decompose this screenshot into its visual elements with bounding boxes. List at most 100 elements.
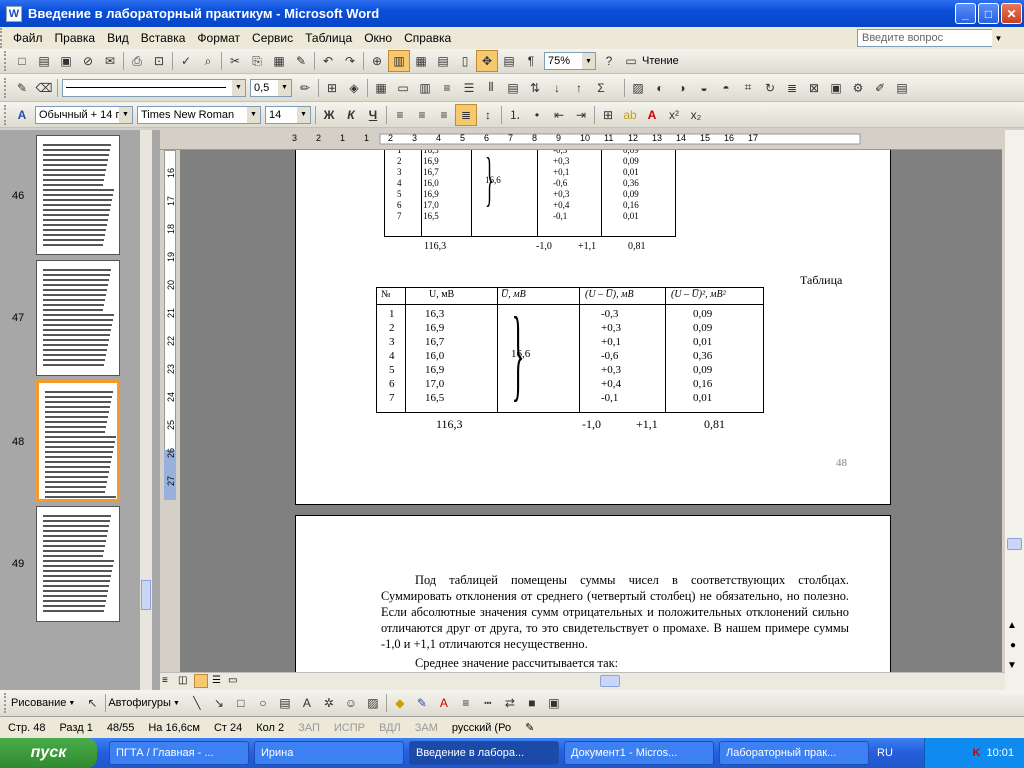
insert-picture-icon[interactable]: ▨	[362, 692, 384, 714]
dash-style-icon[interactable]: ┅	[477, 692, 499, 714]
justify-icon[interactable]: ≣	[455, 103, 477, 126]
hyperlink-icon[interactable]: ⊕	[366, 50, 388, 72]
border-color-icon[interactable]: ✏	[294, 77, 316, 99]
previous-table[interactable]: 1 16,3 -0,3 0,09 2 16,9 +0,3 0,09 3 16,7 +0,1 0,01 4…	[384, 150, 676, 237]
task-document1[interactable]: Документ1 - Micros...	[564, 741, 714, 765]
close-button[interactable]: ✕	[1001, 3, 1022, 24]
brightness-icon[interactable]: ◒	[693, 77, 715, 99]
maximize-button[interactable]: □	[978, 3, 999, 24]
reset-picture-icon[interactable]: ▤	[891, 77, 913, 99]
sort-desc-icon[interactable]: ↑	[568, 77, 590, 99]
thumbnail-pane[interactable]: 46 47 48 49	[0, 130, 160, 690]
wrap-icon[interactable]: ▣	[825, 77, 847, 99]
diagram-icon[interactable]: ✲	[318, 692, 340, 714]
zoom-select[interactable]: 75% ▼	[544, 52, 596, 70]
crop-icon[interactable]: ⌗	[737, 77, 759, 99]
status-overtype[interactable]: ЗАМ	[415, 722, 438, 734]
oval-icon[interactable]: ○	[252, 692, 274, 714]
permission-icon[interactable]: ⊘	[77, 50, 99, 72]
vertical-ruler[interactable]: 16 17 18 19 20 21 22 23 24 25 26 27	[160, 150, 180, 690]
page-49[interactable]: Под таблицей помещены суммы чисел в соот…	[295, 515, 891, 690]
menu-table[interactable]: Таблица	[299, 31, 358, 45]
bold-button[interactable]: Ж	[318, 104, 340, 126]
border-icon[interactable]: ⊞	[597, 104, 619, 126]
horizontal-scrollbar[interactable]: ≡ ◫ ☰ ▭	[160, 672, 1005, 690]
spelling-status-icon[interactable]: ✎	[525, 721, 534, 734]
insert-table-icon[interactable]: ▦	[370, 77, 392, 99]
status-track[interactable]: ИСПР	[334, 722, 365, 734]
line-weight-select[interactable]: 0,5 ▼	[250, 78, 292, 97]
start-button[interactable]: пуск	[0, 738, 97, 768]
read-mode-button[interactable]: Чтение	[642, 55, 679, 67]
status-record[interactable]: ЗАП	[298, 722, 320, 734]
shading-icon[interactable]: ◈	[343, 77, 365, 99]
language-indicator[interactable]: RU	[877, 747, 893, 759]
highlight-icon[interactable]: ab	[619, 104, 641, 126]
normal-view-icon[interactable]: ≡	[162, 675, 168, 686]
numbering-icon[interactable]: ⒈	[504, 104, 526, 126]
task-browser[interactable]: ПГТА / Главная - ...	[109, 741, 249, 765]
hscroll-thumb[interactable]	[600, 675, 620, 687]
read-icon[interactable]: ▭	[620, 50, 642, 72]
styles-icon[interactable]: A	[11, 104, 33, 126]
split-cells-icon[interactable]: ▥	[414, 77, 436, 99]
sort-asc-icon[interactable]: ↓	[546, 77, 568, 99]
vertical-scrollbar[interactable]: ▲ ● ▼	[1005, 130, 1024, 690]
doc-map-icon[interactable]: ▤	[498, 50, 520, 72]
clipart-icon[interactable]: ☺	[340, 692, 362, 714]
toolbar-grip[interactable]	[4, 104, 8, 125]
image-tool-icon[interactable]: ◐	[649, 77, 671, 99]
outdent-icon[interactable]: ⇤	[548, 104, 570, 126]
reading-view-icon[interactable]: ▭	[228, 675, 237, 686]
scroll-thumb[interactable]	[1007, 538, 1022, 550]
print-layout-icon[interactable]	[194, 674, 208, 688]
minimize-button[interactable]: _	[955, 3, 976, 24]
wordart-icon[interactable]: A	[296, 692, 318, 714]
paste-icon[interactable]: ▦	[268, 50, 290, 72]
brightness-down-icon[interactable]: ◓	[715, 77, 737, 99]
web-view-icon[interactable]: ◫	[178, 675, 187, 686]
outline-view-icon[interactable]: ☰	[212, 675, 221, 686]
line-style-icon[interactable]: ≣	[781, 77, 803, 99]
textbox-icon[interactable]: ▤	[274, 692, 296, 714]
help-search-input[interactable]: Введите вопрос	[857, 29, 1005, 47]
align-left-icon[interactable]: ≡	[389, 104, 411, 126]
bullets-icon[interactable]: •	[526, 104, 548, 126]
main-table[interactable]: № U, мВ U̅, мВ (U – U̅), мВ (U – U̅)², мВ² 1 1…	[376, 287, 764, 413]
draw-table-icon[interactable]: ✎	[11, 77, 33, 99]
spelling-icon[interactable]: ✓	[175, 50, 197, 72]
rectangle-icon[interactable]: □	[230, 692, 252, 714]
thumbnail-page-48[interactable]	[36, 380, 120, 502]
arrow-style-icon[interactable]: ⇄	[499, 692, 521, 714]
next-page-icon[interactable]: ▼	[1007, 660, 1017, 671]
merge-cells-icon[interactable]: ▭	[392, 77, 414, 99]
thumbnail-page-49[interactable]	[36, 506, 120, 622]
body-paragraph[interactable]: Под таблицей помещены суммы чисел в соот…	[381, 572, 849, 652]
transparent-icon[interactable]: ✐	[869, 77, 891, 99]
page-48[interactable]: 1 16,3 -0,3 0,09 2 16,9 +0,3 0,09 3 16,7 +0,1 0,01 4…	[295, 150, 891, 505]
prev-page-icon[interactable]: ▲	[1007, 620, 1017, 631]
copy-icon[interactable]: ⎘	[246, 50, 268, 72]
task-vvedenie[interactable]: Введение в лабора...	[409, 741, 559, 765]
select-arrow-icon[interactable]: ↖	[81, 692, 103, 714]
chevron-down-icon[interactable]: ▼	[992, 29, 1005, 47]
menu-help[interactable]: Справка	[398, 31, 457, 45]
indent-icon[interactable]: ⇥	[570, 104, 592, 126]
status-language[interactable]: русский (Ро	[452, 722, 511, 734]
save-icon[interactable]: ▣	[55, 50, 77, 72]
insert-table-icon[interactable]: ▦	[410, 50, 432, 72]
autosum-icon[interactable]: Σ	[590, 77, 612, 99]
research-icon[interactable]: ⌕	[197, 50, 219, 72]
distribute-cols-icon[interactable]: ⫴	[480, 77, 502, 99]
format-painter-icon[interactable]: ✎	[290, 50, 312, 72]
rotate-icon[interactable]: ↻	[759, 77, 781, 99]
text-direction-icon[interactable]: ⇅	[524, 77, 546, 99]
3d-icon[interactable]: ▣	[543, 692, 565, 714]
redo-icon[interactable]: ↷	[339, 50, 361, 72]
fill-color-icon[interactable]: ◆	[389, 692, 411, 714]
thumbnail-page-46[interactable]	[36, 135, 120, 255]
menu-format[interactable]: Формат	[191, 31, 246, 45]
autoshapes-button[interactable]: Автофигуры	[108, 697, 171, 709]
underline-button[interactable]: Ч	[362, 104, 384, 126]
menu-file[interactable]: Файл	[7, 31, 49, 45]
